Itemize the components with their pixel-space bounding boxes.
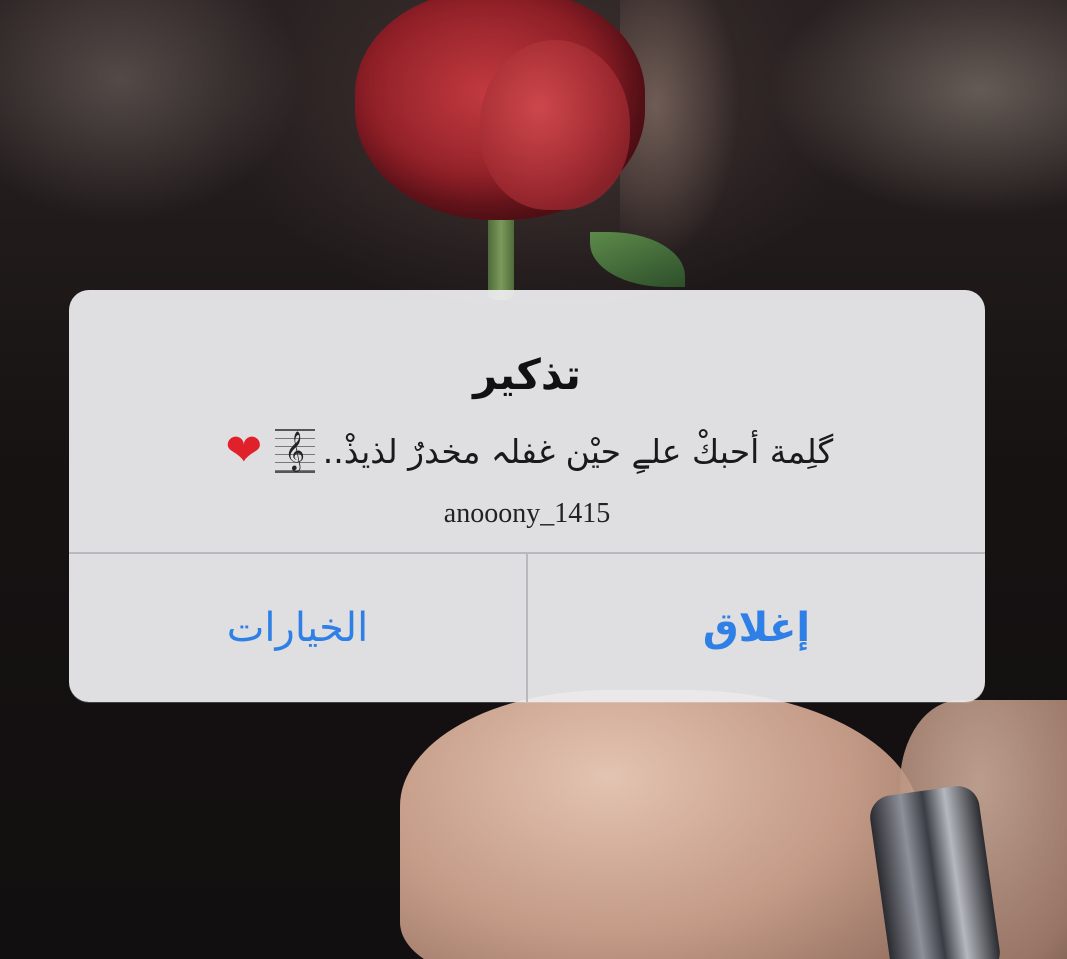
alert-message: گلِمة أحبكْ علےِ حيْن غفلہ مخدرٌ لذيذْ.. [322,431,834,471]
alert-button-row: الخيارات إغلاق [69,554,985,702]
treble-clef-icon: 𝄞 [274,429,315,473]
red-heart-icon: ❤ [225,425,263,476]
alert-dialog: تذكير گلِمة أحبكْ علےِ حيْن غفلہ مخدرٌ ل… [69,290,985,702]
rose-petal [480,40,630,210]
alert-message-row: گلِمة أحبكْ علےِ حيْن غفلہ مخدرٌ لذيذْ..… [179,428,875,474]
hand [400,690,920,959]
alert-signature: anooony_1415 [443,498,611,529]
alert-title: تذكير [473,350,581,399]
options-button[interactable]: الخيارات [69,554,526,702]
alert-body: تذكير گلِمة أحبكْ علےِ حيْن غفلہ مخدرٌ ل… [69,290,985,552]
close-button[interactable]: إغلاق [528,554,985,702]
